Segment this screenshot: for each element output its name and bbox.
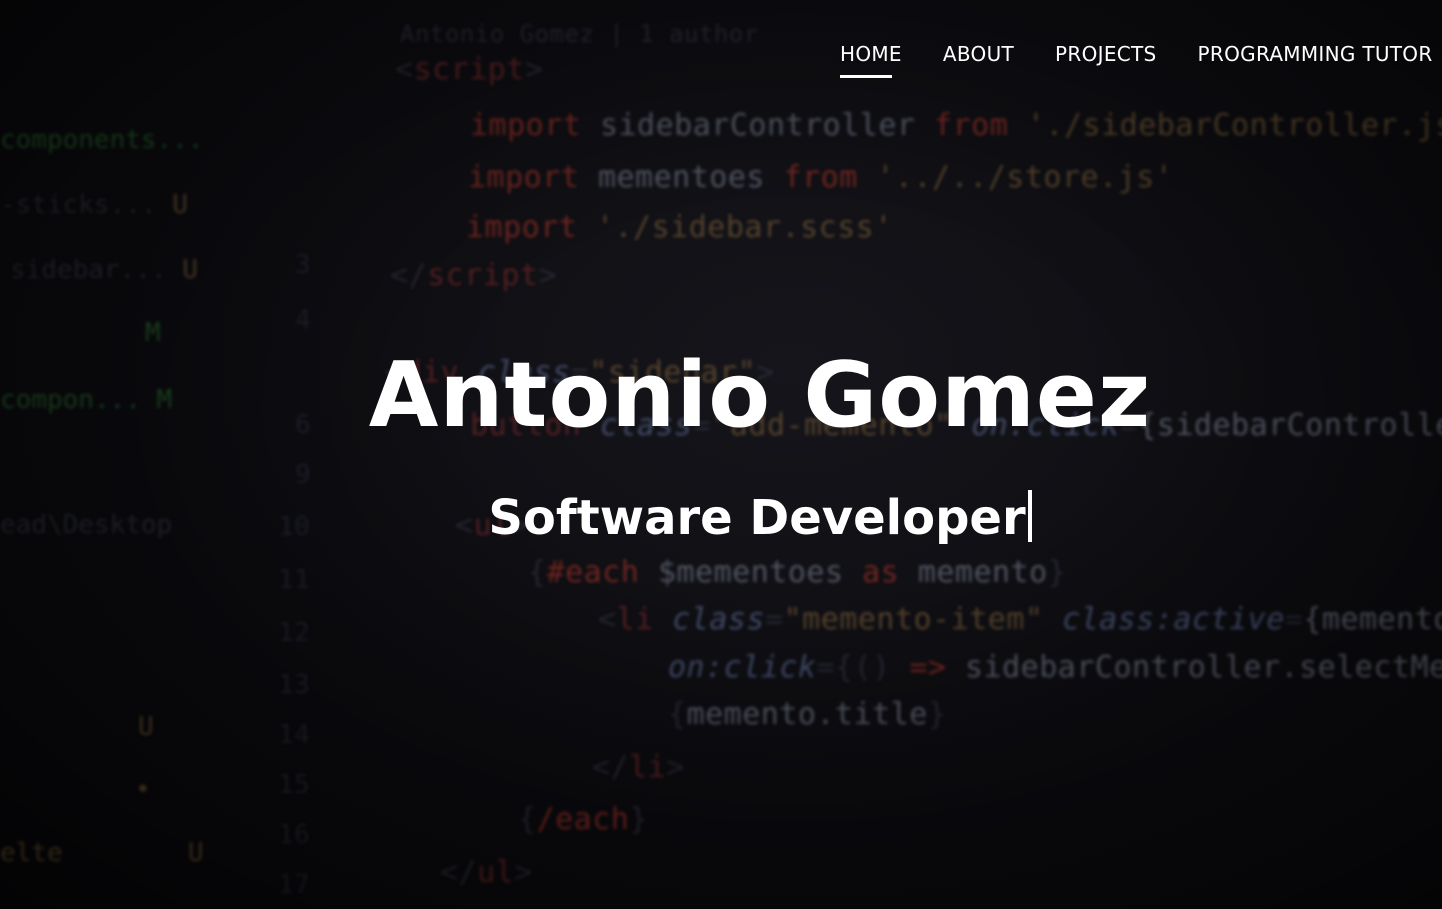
main-navigation: HOME ABOUT PROJECTS PROGRAMMING TUTOR: [840, 42, 1433, 78]
background-overlay: [0, 0, 1442, 909]
typing-cursor: [1027, 490, 1032, 542]
nav-about-link[interactable]: ABOUT: [943, 42, 1014, 74]
hero-name-heading: Antonio Gomez: [368, 343, 1152, 448]
nav-projects-link[interactable]: PROJECTS: [1055, 42, 1157, 74]
code-background-image: components... -sticks... U sidebar... U …: [0, 20, 1442, 900]
hero-role-text: Software Developer: [488, 490, 1026, 546]
nav-home-link[interactable]: HOME: [840, 42, 902, 78]
hero-role-subheading: Software Developer: [0, 490, 1442, 546]
hero-section: components... -sticks... U sidebar... U …: [0, 0, 1442, 909]
nav-programming-tutor-link[interactable]: PROGRAMMING TUTOR: [1198, 42, 1433, 74]
